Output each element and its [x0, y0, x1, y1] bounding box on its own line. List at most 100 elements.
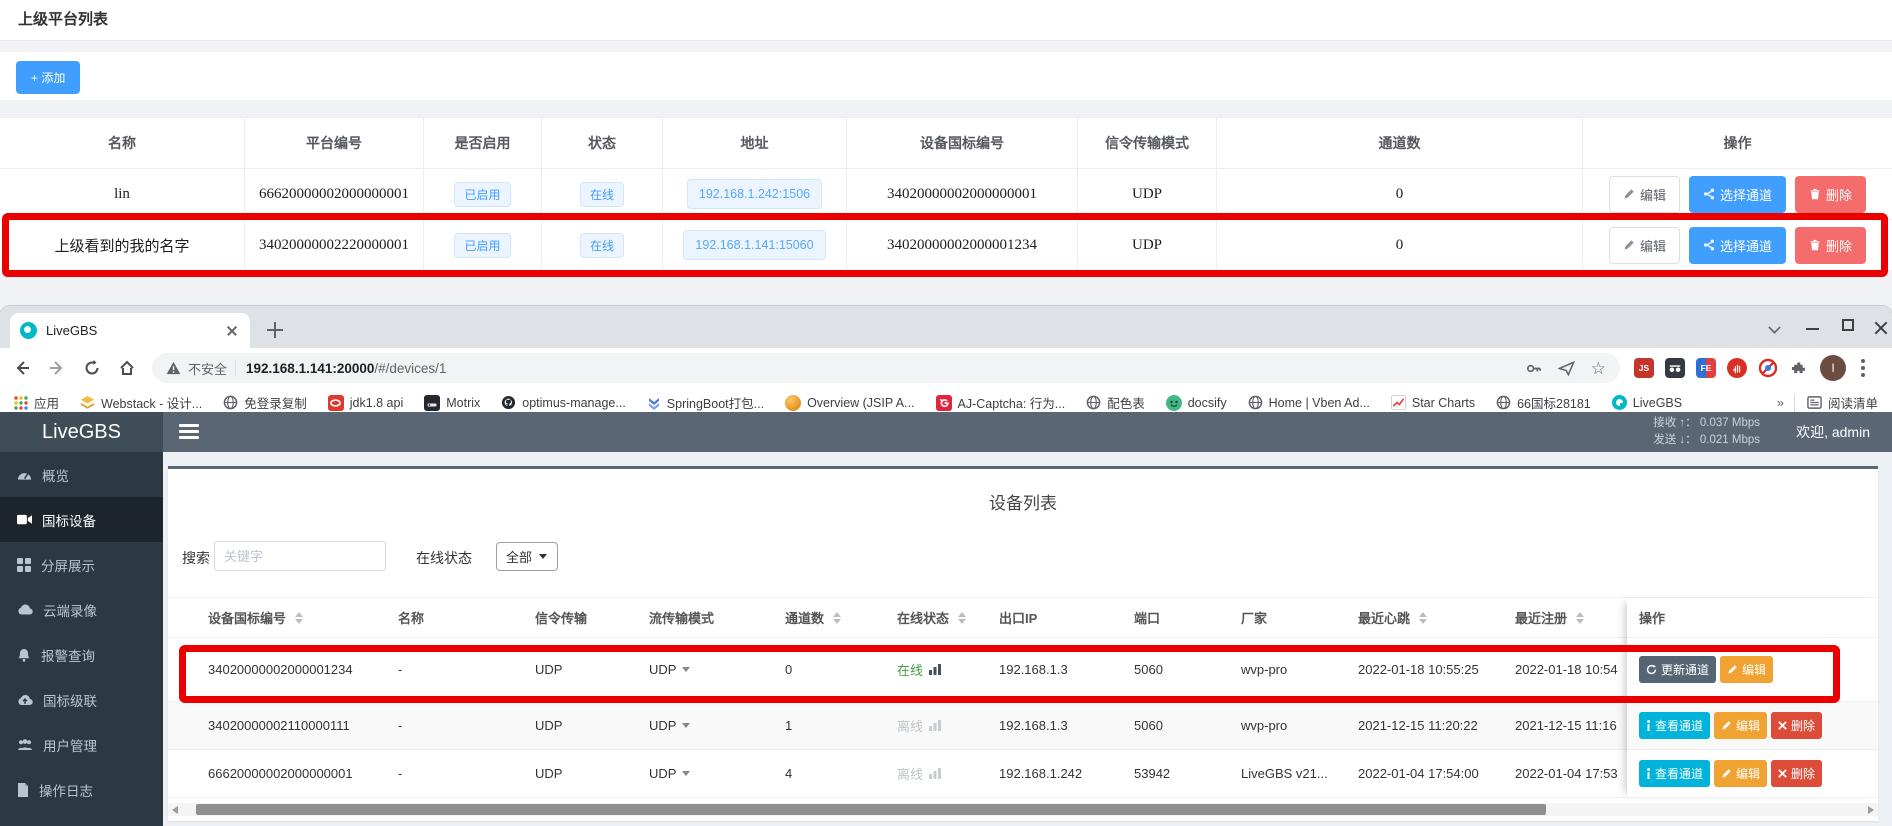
sidebar-item-gb-cascade[interactable]: 国标级联 [0, 677, 163, 722]
send-to-device-icon[interactable] [1558, 360, 1575, 377]
ext-fehelper-icon[interactable]: FE [1696, 358, 1716, 378]
extensions-area: JS FE I [1634, 355, 1875, 381]
home-button[interactable] [114, 355, 140, 381]
bookmark-gb28181[interactable]: 66国标28181 [1496, 393, 1591, 412]
address-bar[interactable]: 不安全 192.168.1.141:20000 /#/devices/1 ☆ [152, 353, 1620, 383]
bookmark-webstack[interactable]: Webstack - 设计... [80, 393, 202, 412]
sort-icon[interactable] [295, 612, 303, 624]
bookmark-color-table[interactable]: 配色表 [1086, 393, 1145, 412]
ext-incognito-icon[interactable] [1665, 358, 1685, 378]
edit-button[interactable]: 编辑 [1609, 176, 1680, 213]
col-channels[interactable]: 通道数 [785, 608, 897, 627]
bookmark-star-charts[interactable]: Star Charts [1391, 395, 1475, 410]
select-channels-button[interactable]: 选择通道 [1689, 227, 1786, 264]
profile-avatar[interactable]: I [1820, 355, 1846, 381]
delete-button[interactable]: 删除 [1795, 227, 1866, 264]
bookmark-star-icon[interactable]: ☆ [1591, 360, 1606, 377]
window-close-button[interactable] [1868, 314, 1892, 338]
online-state-select[interactable]: 全部 [496, 542, 558, 571]
device-gb-id: 34020000002110000111 [208, 718, 398, 733]
select-channels-button[interactable]: 选择通道 [1689, 176, 1786, 213]
tab-close-icon[interactable] [224, 323, 240, 339]
new-tab-button[interactable] [264, 319, 286, 341]
scrollbar-thumb[interactable] [196, 804, 1546, 815]
reload-button[interactable] [79, 355, 105, 381]
sort-icon[interactable] [958, 612, 966, 624]
edit-device-button[interactable]: 编辑 [1720, 656, 1773, 683]
video-camera-icon [17, 514, 32, 525]
sidebar-item-user-management[interactable]: 用户管理 [0, 722, 163, 767]
password-key-icon[interactable] [1525, 360, 1542, 377]
horizontal-scrollbar[interactable] [168, 803, 1878, 816]
sidebar-item-basic-config[interactable]: 基础配置 [0, 812, 163, 826]
bookmark-docsify[interactable]: docsify [1166, 395, 1227, 411]
bookmark-jdk-api[interactable]: jdk1.8 api [328, 395, 404, 411]
bookmarks-overflow-chevron[interactable]: » [1777, 395, 1784, 410]
edit-device-button[interactable]: 编辑 [1714, 760, 1767, 787]
bookmark-overview-jsip[interactable]: Overview (JSIP A... [785, 395, 914, 411]
add-platform-button[interactable]: + 添加 [16, 61, 80, 94]
view-channels-button[interactable]: 查看通道 [1639, 760, 1710, 787]
forward-button[interactable] [44, 355, 70, 381]
window-maximize-button[interactable] [1836, 314, 1862, 338]
reading-list-button[interactable]: 阅读清单 [1807, 393, 1878, 412]
security-chip[interactable]: 不安全 [188, 359, 227, 378]
bookmark-motrix[interactable]: Motrix [424, 395, 480, 411]
device-stream-select[interactable]: UDP [649, 718, 785, 733]
device-name: - [398, 662, 535, 677]
transport-mode: UDP [1132, 237, 1162, 254]
sidebar-item-operation-log[interactable]: 操作日志 [0, 767, 163, 812]
sidebar-item-cloud-record[interactable]: 云端录像 [0, 587, 163, 632]
col-registered[interactable]: 最近注册 [1515, 608, 1627, 627]
col-online[interactable]: 在线状态 [897, 608, 999, 627]
warning-icon [166, 361, 181, 375]
scroll-left-arrow-icon[interactable] [172, 806, 178, 814]
bar-chart-icon[interactable] [929, 664, 941, 675]
ext-blocker-hand-icon[interactable] [1727, 358, 1747, 378]
sort-icon[interactable] [1576, 612, 1584, 624]
bookmark-copy-free[interactable]: 免登录复制 [223, 393, 307, 412]
bookmark-livegbs[interactable]: LiveGBS [1612, 395, 1682, 410]
col-heartbeat[interactable]: 最近心跳 [1358, 608, 1515, 627]
delete-device-button[interactable]: 删除 [1771, 760, 1822, 787]
sort-icon[interactable] [1419, 612, 1427, 624]
device-name: - [398, 718, 535, 733]
col-gb-id[interactable]: 设备国标编号 [208, 608, 398, 627]
delete-button[interactable]: 删除 [1795, 176, 1866, 213]
sort-icon[interactable] [833, 612, 841, 624]
scroll-right-arrow-icon[interactable] [1868, 806, 1874, 814]
delete-device-button[interactable]: 删除 [1771, 712, 1822, 739]
sidebar-item-gb-devices[interactable]: 国标设备 [0, 497, 163, 542]
ext-json-viewer-icon[interactable]: JS [1634, 358, 1654, 378]
device-stream-select[interactable]: UDP [649, 662, 785, 677]
browser-menu-icon[interactable] [1861, 359, 1865, 377]
sidebar-item-alarm-query[interactable]: 报警查询 [0, 632, 163, 677]
ext-no-ads-icon[interactable] [1758, 358, 1778, 378]
tab-search-chevron-icon[interactable] [1762, 314, 1788, 338]
welcome-user[interactable]: 欢迎, admin [1796, 422, 1870, 442]
hamburger-menu-icon[interactable] [179, 424, 199, 440]
device-port: 5060 [1134, 718, 1241, 733]
sidebar-item-split-screen[interactable]: 分屏展示 [0, 542, 163, 587]
bookmark-aj-captcha[interactable]: AJ-Captcha: 行为... [936, 393, 1066, 412]
extensions-puzzle-icon[interactable] [1789, 358, 1809, 378]
device-port: 53942 [1134, 766, 1241, 781]
screenshot-root: 上级平台列表 + 添加 名称 平台编号 是否启用 状态 地址 设备国标编号 信令… [0, 0, 1892, 826]
window-minimize-button[interactable] [1800, 314, 1826, 338]
browser-tab[interactable]: LiveGBS [10, 313, 250, 348]
update-channels-button[interactable]: 更新通道 [1639, 656, 1716, 683]
github-icon [501, 395, 516, 410]
device-gb-id: 34020000002000000001 [887, 186, 1037, 203]
back-button[interactable] [9, 355, 35, 381]
edit-device-button[interactable]: 编辑 [1714, 712, 1767, 739]
edit-button[interactable]: 编辑 [1609, 227, 1680, 264]
device-table: 设备国标编号 名称 信令传输 流传输模式 通道数 在线状态 出口IP 端口 厂家… [168, 597, 1878, 798]
bookmark-apps[interactable]: 应用 [14, 393, 59, 412]
view-channels-button[interactable]: 查看通道 [1639, 712, 1710, 739]
search-input[interactable] [214, 541, 386, 571]
device-stream-select[interactable]: UDP [649, 766, 785, 781]
sidebar-item-overview[interactable]: 概览 [0, 452, 163, 497]
bookmark-optimus-manage[interactable]: optimus-manage... [501, 395, 626, 410]
bookmark-vben-admin[interactable]: Home | Vben Ad... [1248, 395, 1370, 410]
bookmark-springboot[interactable]: SpringBoot打包... [647, 393, 764, 412]
